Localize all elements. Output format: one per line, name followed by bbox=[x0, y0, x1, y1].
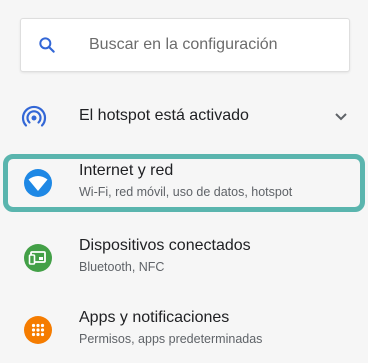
apps-grid-icon bbox=[24, 316, 52, 344]
settings-item-title: Apps y notificaciones bbox=[79, 309, 230, 326]
settings-item-dispositivos-conectados[interactable]: Dispositivos conectados Bluetooth, NFC bbox=[0, 229, 368, 289]
settings-item-subtitle: Wi-Fi, red móvil, uso de datos, hotspot bbox=[79, 185, 293, 199]
hotspot-banner[interactable]: El hotspot está activado bbox=[0, 92, 368, 142]
wifi-icon bbox=[24, 169, 52, 197]
settings-item-apps-y-notificaciones[interactable]: Apps y notificaciones Permisos, apps pre… bbox=[0, 301, 368, 361]
search-bar[interactable]: Buscar en la configuración bbox=[20, 18, 350, 72]
hotspot-icon bbox=[21, 105, 47, 127]
connected-devices-icon bbox=[24, 244, 52, 272]
settings-item-internet-y-red[interactable]: Internet y red Wi-Fi, red móvil, uso de … bbox=[0, 154, 368, 214]
chevron-down-icon[interactable] bbox=[334, 112, 348, 122]
settings-item-subtitle: Bluetooth, NFC bbox=[79, 260, 165, 274]
settings-item-title: Dispositivos conectados bbox=[79, 237, 251, 254]
hotspot-banner-text: El hotspot está activado bbox=[79, 107, 249, 124]
settings-item-title: Internet y red bbox=[79, 162, 174, 179]
search-icon bbox=[39, 37, 55, 53]
search-input[interactable]: Buscar en la configuración bbox=[89, 36, 278, 54]
settings-item-subtitle: Permisos, apps predeterminadas bbox=[79, 332, 263, 346]
